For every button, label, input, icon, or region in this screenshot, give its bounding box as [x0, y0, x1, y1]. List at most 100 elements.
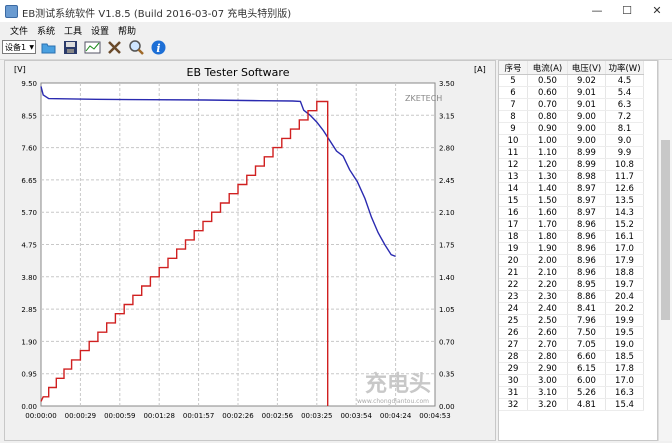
table-row[interactable]: 32 3.20 4.81 15.4: [499, 398, 644, 411]
cell-index: 26: [499, 326, 528, 339]
table-row[interactable]: 20 2.00 8.96 17.9: [499, 254, 644, 267]
watermark-zketech: ZKETECH: [405, 94, 442, 103]
tools-icon[interactable]: [106, 39, 123, 56]
table-row[interactable]: 5 0.50 9.02 4.5: [499, 74, 644, 87]
table-row[interactable]: 16 1.60 8.97 14.3: [499, 206, 644, 219]
table-row[interactable]: 12 1.20 8.99 10.8: [499, 158, 644, 171]
menu-tools[interactable]: 工具: [64, 24, 82, 37]
table-row[interactable]: 7 0.70 9.01 6.3: [499, 98, 644, 111]
cell-current: 0.60: [527, 86, 568, 99]
table-row[interactable]: 21 2.10 8.96 18.8: [499, 266, 644, 279]
cell-voltage: 8.96: [567, 218, 606, 231]
cell-voltage: 8.97: [567, 206, 606, 219]
cell-index: 5: [499, 74, 528, 87]
cell-current: 3.00: [527, 374, 568, 387]
x-tick-label: 00:00:59: [104, 412, 135, 420]
menu-settings[interactable]: 设置: [91, 24, 109, 37]
chart-icon[interactable]: [84, 39, 101, 56]
cell-index: 22: [499, 278, 528, 291]
table-row[interactable]: 13 1.30 8.98 11.7: [499, 170, 644, 183]
search-icon[interactable]: [128, 39, 145, 56]
menu-help[interactable]: 帮助: [118, 24, 136, 37]
table-row[interactable]: 11 1.10 8.99 9.9: [499, 146, 644, 159]
table-row[interactable]: 10 1.00 9.00 9.0: [499, 134, 644, 147]
table-scrollbar[interactable]: [658, 60, 672, 441]
y-right-tick-label: 0.70: [439, 338, 455, 346]
x-tick-label: 00:03:25: [301, 412, 332, 420]
cell-voltage: 9.02: [567, 74, 606, 87]
table-row[interactable]: 8 0.80 9.00 7.2: [499, 110, 644, 123]
y-right-tick-label: 1.75: [439, 242, 455, 250]
cell-current: 1.50: [527, 194, 568, 207]
cell-voltage: 8.96: [567, 266, 606, 279]
table-row[interactable]: 29 2.90 6.15 17.8: [499, 362, 644, 375]
table-row[interactable]: 18 1.80 8.96 16.1: [499, 230, 644, 243]
cell-voltage: 8.86: [567, 290, 606, 303]
left-axis-unit: [V]: [14, 65, 26, 74]
close-button[interactable]: ✕: [642, 0, 672, 22]
cell-current: 0.90: [527, 122, 568, 135]
col-header-current[interactable]: 电流(A): [527, 61, 568, 75]
scrollbar-thumb[interactable]: [661, 140, 670, 320]
cell-voltage: 7.96: [567, 314, 606, 327]
cell-current: 1.80: [527, 230, 568, 243]
y-right-tick-label: 3.50: [439, 80, 455, 88]
cell-power: 14.3: [605, 206, 644, 219]
table-row[interactable]: 14 1.40 8.97 12.6: [499, 182, 644, 195]
cell-index: 13: [499, 170, 528, 183]
cell-current: 1.60: [527, 206, 568, 219]
folder-icon[interactable]: [40, 39, 57, 56]
cell-power: 20.2: [605, 302, 644, 315]
cell-voltage: 9.01: [567, 86, 606, 99]
menu-system[interactable]: 系统: [37, 24, 55, 37]
cell-current: 0.70: [527, 98, 568, 111]
cell-index: 16: [499, 206, 528, 219]
col-header-index[interactable]: 序号: [499, 61, 528, 75]
x-tick-label: 00:01:57: [183, 412, 214, 420]
title-bar: EB测试系统软件 V1.8.5 (Build 2016-03-07 充电头特别版…: [0, 0, 672, 23]
y-left-tick-label: 5.70: [21, 209, 37, 217]
cell-current: 1.70: [527, 218, 568, 231]
table-row[interactable]: 26 2.60 7.50 19.5: [499, 326, 644, 339]
cell-voltage: 9.01: [567, 98, 606, 111]
y-right-tick-label: 2.45: [439, 177, 455, 185]
col-header-power[interactable]: 功率(W): [605, 61, 644, 75]
cell-current: 2.30: [527, 290, 568, 303]
table-row[interactable]: 31 3.10 5.26 16.3: [499, 386, 644, 399]
col-header-voltage[interactable]: 电压(V): [567, 61, 606, 75]
cell-current: 2.60: [527, 326, 568, 339]
table-row[interactable]: 23 2.30 8.86 20.4: [499, 290, 644, 303]
table-row[interactable]: 6 0.60 9.01 5.4: [499, 86, 644, 99]
cell-voltage: 8.97: [567, 194, 606, 207]
device-select[interactable]: 设备1 ▼: [2, 40, 36, 54]
save-icon[interactable]: [62, 39, 79, 56]
table-row[interactable]: 25 2.50 7.96 19.9: [499, 314, 644, 327]
cell-current: 1.00: [527, 134, 568, 147]
table-row[interactable]: 27 2.70 7.05 19.0: [499, 338, 644, 351]
table-row[interactable]: 15 1.50 8.97 13.5: [499, 194, 644, 207]
cell-index: 31: [499, 386, 528, 399]
menu-bar: 文件 系统 工具 设置 帮助: [0, 22, 672, 37]
cell-voltage: 6.60: [567, 350, 606, 363]
table-row[interactable]: 30 3.00 6.00 17.0: [499, 374, 644, 387]
info-icon[interactable]: i: [150, 39, 167, 56]
cell-current: 1.90: [527, 242, 568, 255]
maximize-button[interactable]: ☐: [612, 0, 642, 22]
minimize-button[interactable]: —: [582, 0, 612, 22]
x-tick-label: 00:02:56: [262, 412, 294, 420]
table-row[interactable]: 17 1.70 8.96 15.2: [499, 218, 644, 231]
table-row[interactable]: 9 0.90 9.00 8.1: [499, 122, 644, 135]
table-row[interactable]: 28 2.80 6.60 18.5: [499, 350, 644, 363]
table-row[interactable]: 24 2.40 8.41 20.2: [499, 302, 644, 315]
cell-index: 6: [499, 86, 528, 99]
y-right-tick-label: 2.10: [439, 209, 455, 217]
cell-index: 9: [499, 122, 528, 135]
cell-index: 18: [499, 230, 528, 243]
cell-voltage: 7.50: [567, 326, 606, 339]
cell-voltage: 6.00: [567, 374, 606, 387]
menu-file[interactable]: 文件: [10, 24, 28, 37]
cell-index: 17: [499, 218, 528, 231]
table-row[interactable]: 19 1.90 8.96 17.0: [499, 242, 644, 255]
table-row[interactable]: 22 2.20 8.95 19.7: [499, 278, 644, 291]
cell-power: 6.3: [605, 98, 644, 111]
